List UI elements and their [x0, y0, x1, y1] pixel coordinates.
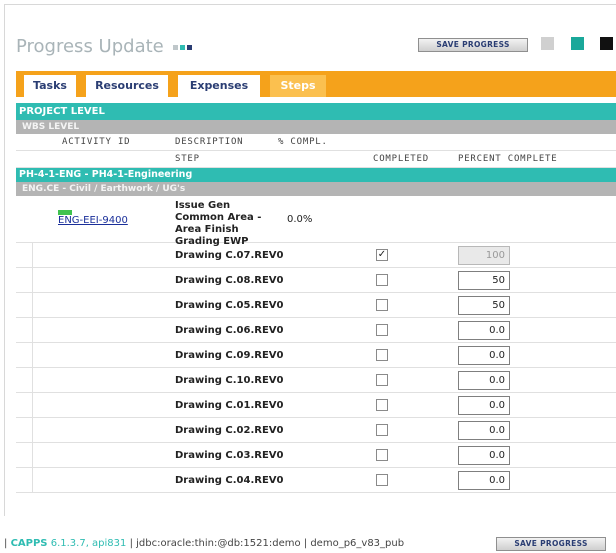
step-name: Drawing C.02.REV0: [175, 425, 284, 436]
step-name: Drawing C.01.REV0: [175, 400, 284, 411]
title-square-2: [180, 45, 186, 50]
step-name: Drawing C.05.REV0: [175, 300, 284, 311]
activity-group-bar: PH-4-1-ENG - PH4-1-Engineering: [16, 168, 616, 182]
row-divider: [32, 243, 33, 267]
step-completed-checkbox[interactable]: [376, 324, 388, 336]
save-progress-button-bottom[interactable]: SAVE PROGRESS: [496, 537, 606, 551]
step-row: Drawing C.03.REV0 0.0: [16, 443, 616, 468]
col-description: DESCRIPTION: [175, 137, 244, 147]
col-pct-compl: % COMPL.: [278, 137, 328, 147]
row-divider: [32, 268, 33, 292]
step-completed-checkbox[interactable]: [376, 349, 388, 361]
step-percent-input[interactable]: 0.0: [458, 396, 510, 415]
tab-bar: Tasks Resources Expenses Steps: [16, 71, 616, 97]
col-completed: COMPLETED: [373, 154, 429, 164]
step-row: Drawing C.07.REV0 ✓ 100: [16, 243, 616, 268]
step-percent-input[interactable]: 0.0: [458, 471, 510, 490]
step-row: Drawing C.06.REV0 0.0: [16, 318, 616, 343]
page-title-text: Progress Update: [16, 36, 164, 57]
step-completed-checkbox[interactable]: [376, 274, 388, 286]
footer-version: 6.1.3.7, api831: [50, 538, 127, 549]
step-percent-input[interactable]: 0.0: [458, 321, 510, 340]
theme-swatch-gray[interactable]: [541, 37, 554, 50]
col-step: STEP: [175, 154, 200, 164]
step-completed-checkbox[interactable]: [376, 449, 388, 461]
activity-row: ENG-EEI-9400 Issue Gen Common Area - Are…: [16, 196, 616, 247]
tab-resources[interactable]: Resources: [86, 75, 168, 97]
row-divider: [32, 343, 33, 367]
step-name: Drawing C.07.REV0: [175, 250, 284, 261]
theme-swatch-teal[interactable]: [571, 37, 584, 50]
activity-description: Issue Gen Common Area - Area Finish Grad…: [175, 200, 262, 247]
step-row: Drawing C.04.REV0 0.0: [16, 468, 616, 493]
page-title: Progress Update: [16, 36, 194, 58]
step-completed-checkbox[interactable]: [376, 374, 388, 386]
column-header-row-1: ACTIVITY ID DESCRIPTION % COMPL.: [16, 134, 616, 151]
row-divider: [32, 368, 33, 392]
footer-brand: CAPPS: [10, 538, 48, 549]
step-name: Drawing C.06.REV0: [175, 325, 284, 336]
step-percent-input[interactable]: 50: [458, 271, 510, 290]
row-divider: [32, 393, 33, 417]
step-completed-checkbox[interactable]: [376, 424, 388, 436]
column-header-row-2: STEP COMPLETED PERCENT COMPLETE: [16, 151, 616, 168]
col-activity-id: ACTIVITY ID: [62, 137, 131, 147]
wbs-group-bar: ENG.CE - Civil / Earthwork / UG's: [16, 182, 616, 196]
step-percent-input[interactable]: 50: [458, 296, 510, 315]
row-divider: [32, 468, 33, 492]
tab-expenses[interactable]: Expenses: [178, 75, 260, 97]
footer: | CAPPS 6.1.3.7, api831 | jdbc:oracle:th…: [4, 538, 404, 549]
tab-tasks[interactable]: Tasks: [24, 75, 76, 97]
step-percent-input[interactable]: 0.0: [458, 446, 510, 465]
step-name: Drawing C.04.REV0: [175, 475, 284, 486]
project-level-bar: PROJECT LEVEL: [16, 103, 616, 120]
step-row: Drawing C.02.REV0 0.0: [16, 418, 616, 443]
row-divider: [32, 443, 33, 467]
row-divider: [32, 293, 33, 317]
theme-swatch-black[interactable]: [600, 37, 613, 50]
step-completed-checkbox[interactable]: [376, 399, 388, 411]
row-divider: [32, 318, 33, 342]
step-row: Drawing C.05.REV0 50: [16, 293, 616, 318]
step-row: Drawing C.01.REV0 0.0: [16, 393, 616, 418]
step-row: Drawing C.10.REV0 0.0: [16, 368, 616, 393]
step-completed-checkbox[interactable]: [376, 474, 388, 486]
step-percent-input[interactable]: 0.0: [458, 346, 510, 365]
step-completed-checkbox[interactable]: ✓: [376, 249, 388, 261]
title-decoration: [173, 37, 194, 58]
step-percent-input[interactable]: 0.0: [458, 421, 510, 440]
save-progress-button[interactable]: SAVE PROGRESS: [418, 38, 528, 52]
step-row: Drawing C.09.REV0 0.0: [16, 343, 616, 368]
step-row: Drawing C.08.REV0 50: [16, 268, 616, 293]
steps-list: Drawing C.07.REV0 ✓ 100 Drawing C.08.REV0 5…: [16, 243, 616, 493]
step-name: Drawing C.10.REV0: [175, 375, 284, 386]
step-percent-input[interactable]: 100: [458, 246, 510, 265]
step-name: Drawing C.08.REV0: [175, 275, 284, 286]
progress-table: PROJECT LEVEL WBS LEVEL ACTIVITY ID DESC…: [16, 103, 616, 493]
footer-connection: | jdbc:oracle:thin:@db:1521:demo | demo_…: [129, 538, 405, 549]
title-square-3: [187, 45, 193, 50]
title-square-1: [173, 45, 179, 50]
col-percent-complete: PERCENT COMPLETE: [458, 154, 558, 164]
tab-steps[interactable]: Steps: [270, 75, 326, 97]
activity-percent: 0.0%: [287, 214, 313, 225]
row-divider: [32, 418, 33, 442]
step-name: Drawing C.03.REV0: [175, 450, 284, 461]
footer-separator: |: [4, 538, 8, 549]
step-name: Drawing C.09.REV0: [175, 350, 284, 361]
wbs-level-bar: WBS LEVEL: [16, 120, 616, 134]
activity-id-link[interactable]: ENG-EEI-9400: [58, 215, 128, 226]
step-completed-checkbox[interactable]: [376, 299, 388, 311]
step-percent-input[interactable]: 0.0: [458, 371, 510, 390]
